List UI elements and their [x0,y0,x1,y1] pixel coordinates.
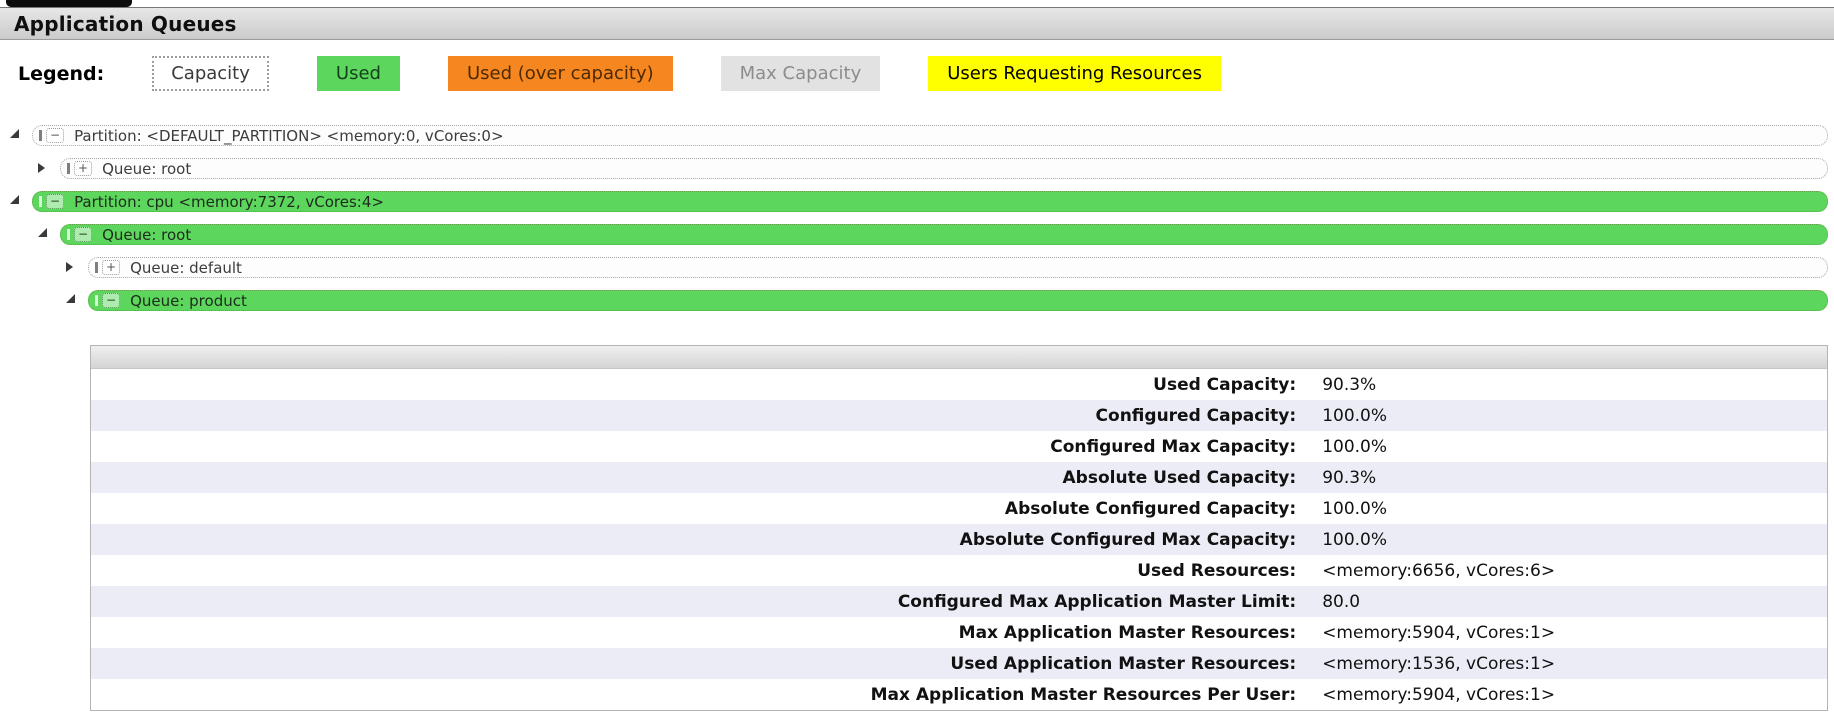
expand-toggle-icon[interactable] [38,163,45,173]
details-table: Used Capacity:90.3%Configured Capacity:1… [91,369,1827,710]
queue-details-panel: Used Capacity:90.3%Configured Capacity:1… [90,345,1828,711]
queue-bar[interactable]: −Queue: product [88,290,1828,311]
tree-row: + Queue: default [0,254,1834,287]
detail-label: Absolute Configured Capacity: [91,493,1306,524]
detail-value: 100.0% [1306,493,1827,524]
detail-row: Configured Capacity:100.0% [91,400,1827,431]
minus-icon[interactable]: − [102,293,120,308]
collapse-toggle-icon[interactable] [38,228,47,237]
tree-row: −Partition: <DEFAULT_PARTITION> <memory:… [0,122,1834,155]
used-marker-icon [95,262,98,273]
queue-bar-label: Queue: root [102,226,191,244]
detail-row: Configured Max Capacity:100.0% [91,431,1827,462]
queue-tree: −Partition: <DEFAULT_PARTITION> <memory:… [0,122,1834,320]
detail-value: <memory:1536, vCores:1> [1306,648,1827,679]
detail-label: Configured Capacity: [91,400,1306,431]
detail-value: <memory:5904, vCores:1> [1306,679,1827,710]
plus-icon[interactable]: + [102,260,120,275]
collapse-toggle-icon[interactable] [10,195,19,204]
browser-tab-remnant [6,0,132,7]
detail-value: 100.0% [1306,400,1827,431]
queue-bar[interactable]: + Queue: default [88,257,1828,278]
detail-value: <memory:5904, vCores:1> [1306,617,1827,648]
detail-row: Max Application Master Resources Per Use… [91,679,1827,710]
used-marker-icon [39,130,42,141]
used-marker-icon [95,295,98,306]
detail-label: Configured Max Application Master Limit: [91,586,1306,617]
used-marker-icon [39,196,42,207]
detail-row: Configured Max Application Master Limit:… [91,586,1827,617]
detail-row: Absolute Configured Capacity:100.0% [91,493,1827,524]
legend-max-capacity-swatch: Max Capacity [721,56,881,91]
legend-capacity-swatch: Capacity [152,56,269,91]
detail-label: Absolute Configured Max Capacity: [91,524,1306,555]
detail-value: 100.0% [1306,524,1827,555]
detail-label: Used Resources: [91,555,1306,586]
detail-row: Used Resources:<memory:6656, vCores:6> [91,555,1827,586]
detail-row: Max Application Master Resources:<memory… [91,617,1827,648]
detail-value: 90.3% [1306,369,1827,400]
detail-row: Absolute Configured Max Capacity:100.0% [91,524,1827,555]
page-title: Application Queues [14,12,237,36]
queue-bar[interactable]: −Queue: root [60,224,1828,245]
legend-used-swatch: Used [317,56,400,91]
queue-bar[interactable]: + Queue: root [60,158,1828,179]
used-marker-icon [67,229,70,240]
detail-label: Max Application Master Resources Per Use… [91,679,1306,710]
queue-bar-label: Queue: product [130,292,247,310]
legend: Legend: Capacity Used Used (over capacit… [18,56,1221,91]
page-header: Application Queues [0,7,1834,40]
minus-icon[interactable]: − [46,128,64,143]
detail-value: 80.0 [1306,586,1827,617]
tree-row: −Partition: cpu <memory:7372, vCores:4> [0,188,1834,221]
detail-label: Absolute Used Capacity: [91,462,1306,493]
tree-row: + Queue: root [0,155,1834,188]
queue-bar-label: Queue: default [130,259,242,277]
detail-row: Used Application Master Resources:<memor… [91,648,1827,679]
legend-users-requesting-resources-swatch: Users Requesting Resources [928,56,1221,91]
detail-label: Max Application Master Resources: [91,617,1306,648]
tree-row: −Queue: product [0,287,1834,320]
plus-icon[interactable]: + [74,161,92,176]
used-marker-icon [67,163,70,174]
detail-row: Used Capacity:90.3% [91,369,1827,400]
queue-bar[interactable]: −Partition: <DEFAULT_PARTITION> <memory:… [32,125,1828,146]
legend-used-over-capacity-swatch: Used (over capacity) [448,56,673,91]
detail-value: 100.0% [1306,431,1827,462]
minus-icon[interactable]: − [74,227,92,242]
detail-row: Absolute Used Capacity:90.3% [91,462,1827,493]
expand-toggle-icon[interactable] [66,262,73,272]
detail-value: <memory:6656, vCores:6> [1306,555,1827,586]
application-queues-page: Application Queues Legend: Capacity Used… [0,0,1834,724]
collapse-toggle-icon[interactable] [66,294,75,303]
tree-row: −Queue: root [0,221,1834,254]
queue-bar[interactable]: −Partition: cpu <memory:7372, vCores:4> [32,191,1828,212]
detail-label: Used Application Master Resources: [91,648,1306,679]
queue-bar-label: Partition: cpu <memory:7372, vCores:4> [74,193,384,211]
queue-bar-label: Queue: root [102,160,191,178]
details-table-header-strip [91,346,1827,369]
detail-value: 90.3% [1306,462,1827,493]
collapse-toggle-icon[interactable] [10,129,19,138]
detail-label: Used Capacity: [91,369,1306,400]
detail-label: Configured Max Capacity: [91,431,1306,462]
minus-icon[interactable]: − [46,194,64,209]
legend-label: Legend: [18,63,104,85]
queue-bar-label: Partition: <DEFAULT_PARTITION> <memory:0… [74,127,503,145]
